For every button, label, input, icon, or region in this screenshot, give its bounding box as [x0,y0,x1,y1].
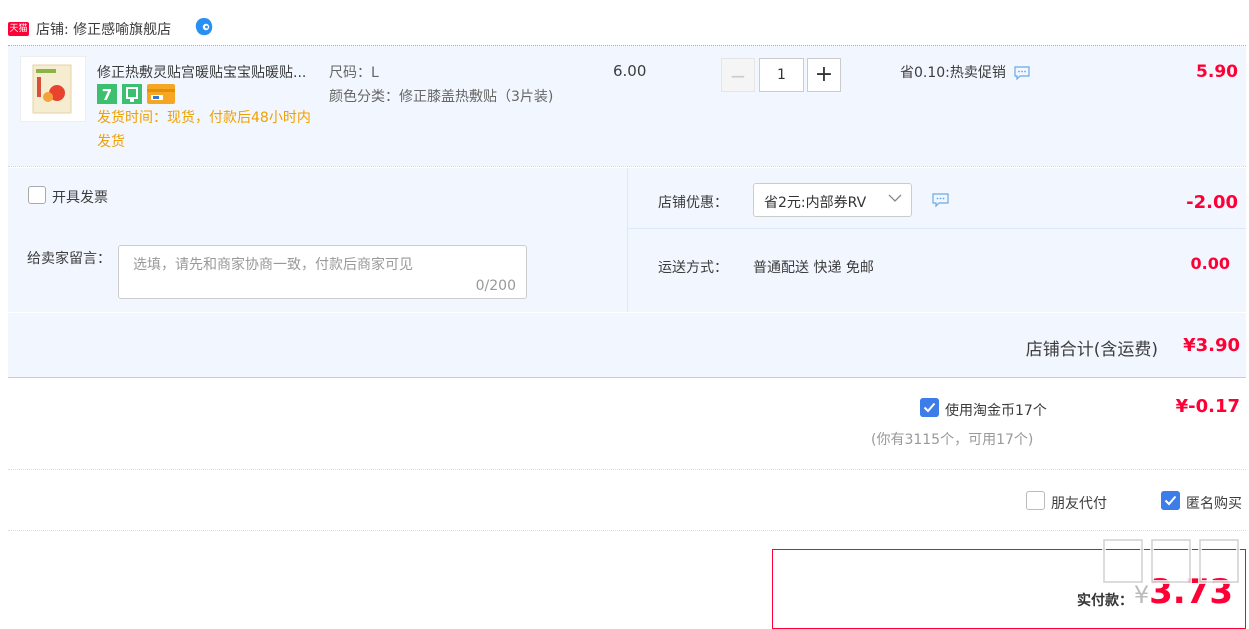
credit-card-icon[interactable] [147,84,175,104]
product-image-icon [32,64,72,114]
shipping-fee: 0.00 [1190,254,1230,273]
final-payment-amount: ¥3.73 [1134,572,1233,612]
shop-discount-label: 店铺优惠： [658,195,728,211]
wangwang-chat-icon[interactable] [194,17,214,37]
friend-pay-label[interactable]: 朋友代付 [1051,493,1107,513]
shop-total-label: 店铺合计(含运费) [1025,340,1158,360]
coupon-comment-icon[interactable] [932,193,949,208]
currency-symbol: ¥ [1133,581,1150,609]
quantity-decrease-button[interactable]: − [721,58,755,92]
taojinbi-value: ¥-0.17 [1175,396,1240,417]
shop-total-bar: 店铺合计(含运费) ¥3.90 [8,313,1246,378]
quantity-increase-button[interactable]: + [807,58,841,92]
svg-text:7: 7 [102,86,112,104]
shipping-label: 运送方式： [658,260,728,276]
coupon-selected-value: 省2元:内部券RV [764,195,867,211]
seller-message-textarea[interactable]: 选填，请先和商家协商一致，付款后商家可见 0/200 [118,245,527,299]
anonymous-purchase-checkbox[interactable] [1161,491,1180,510]
promotion-comment-icon[interactable] [1014,66,1030,80]
invoice-label[interactable]: 开具发票 [52,187,108,207]
delivery-time: 发货时间：现货，付款后48小时内发货 [97,110,311,150]
promotion-text: 省0.10:热卖促销 [900,65,1006,81]
product-thumbnail[interactable] [20,56,86,122]
final-payment-label: 实付款： [1077,593,1133,609]
product-title-link[interactable]: 修正热敷灵贴宫暖贴宝宝贴暖贴... [97,62,325,82]
friend-pay-checkbox[interactable] [1026,491,1045,510]
invoice-checkbox[interactable] [28,186,46,204]
anonymous-purchase-label[interactable]: 匿名购买 [1186,493,1242,513]
shop-name-link[interactable]: 店铺: 修正感喻旗舰店 [36,19,171,39]
seven-day-return-icon[interactable]: 7 [97,84,117,104]
guarantee-icon[interactable] [122,84,142,104]
order-item-row: 修正热敷灵贴宫暖贴宝宝贴暖贴... 7 发货时间：现货，付款后48小时内发货 尺… [8,46,1246,166]
options-horizontal-divider [628,228,1246,229]
sku-size: 尺码：L [329,65,379,81]
promotion-info: 省0.10:热卖促销 [900,62,1030,82]
divider [8,469,1246,470]
options-vertical-divider [627,168,628,312]
item-divider [8,166,1246,167]
coupon-select[interactable]: 省2元:内部券RV [753,183,912,217]
shop-total-value: ¥3.90 [1183,335,1240,356]
shipping-method: 普通配送 快递 免邮 [753,260,874,276]
message-char-count: 0/200 [475,278,516,294]
final-payment-box: 实付款： ¥3.73 [772,549,1246,629]
message-placeholder: 选填，请先和商家协商一致，付款后商家可见 [133,257,413,273]
shop-discount-value: -2.00 [1186,192,1238,213]
shop-header: 天猫 店铺: 修正感喻旗舰店 [8,14,1246,42]
unit-price: 6.00 [613,62,647,80]
divider [8,530,1246,531]
taojinbi-available: (你有3115个，可用17个) [871,432,1034,448]
taojinbi-checkbox[interactable] [920,398,939,417]
tmall-badge: 天猫 [8,22,29,36]
quantity-input[interactable]: 1 [759,58,804,92]
seller-message-label: 给卖家留言： [27,251,111,267]
item-subtotal: 5.90 [1196,62,1238,82]
final-amount-value: 3.73 [1149,572,1233,612]
chevron-down-icon [888,194,902,202]
taojinbi-label[interactable]: 使用淘金币17个 [945,400,1047,420]
sku-color: 颜色分类：修正膝盖热敷贴（3片装) [329,89,554,105]
